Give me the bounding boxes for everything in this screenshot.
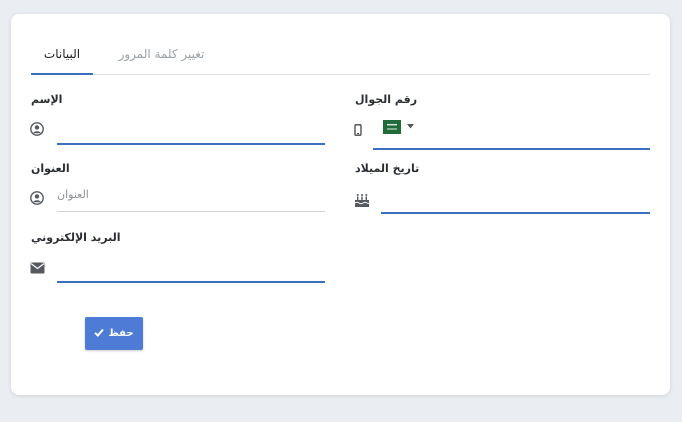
user-circle-icon [30,191,44,205]
name-label: الإسم [31,93,63,106]
mobile-input[interactable] [373,148,650,150]
tab-profile-data[interactable]: البيانات [31,44,93,75]
tab-bar: البيانات تغيير كلمة المرور [31,44,650,75]
saudi-flag-icon[interactable] [383,120,401,134]
save-button-label: حفظ [108,328,134,339]
mobile-label: رقم الجوال [355,93,418,106]
birthdate-input[interactable] [381,212,650,214]
check-icon [94,328,105,340]
email-input[interactable] [57,281,325,283]
name-input[interactable] [57,143,325,145]
caret-down-icon[interactable] [407,124,414,129]
email-label: البريد الإلكتروني [31,231,121,244]
address-input[interactable]: العنوان [57,188,89,202]
birthdate-label: تاريخ الميلاد [355,162,420,175]
save-button[interactable]: حفظ [85,317,143,350]
mobile-phone-icon [354,124,362,136]
address-label: العنوان [31,162,70,175]
tab-change-password[interactable]: تغيير كلمة المرور [109,44,214,73]
profile-card: البيانات تغيير كلمة المرور الإسم العنوان… [11,14,670,395]
user-circle-icon [30,122,44,136]
birthday-cake-icon [354,192,370,208]
address-underline [57,211,325,212]
envelope-icon [30,262,45,274]
